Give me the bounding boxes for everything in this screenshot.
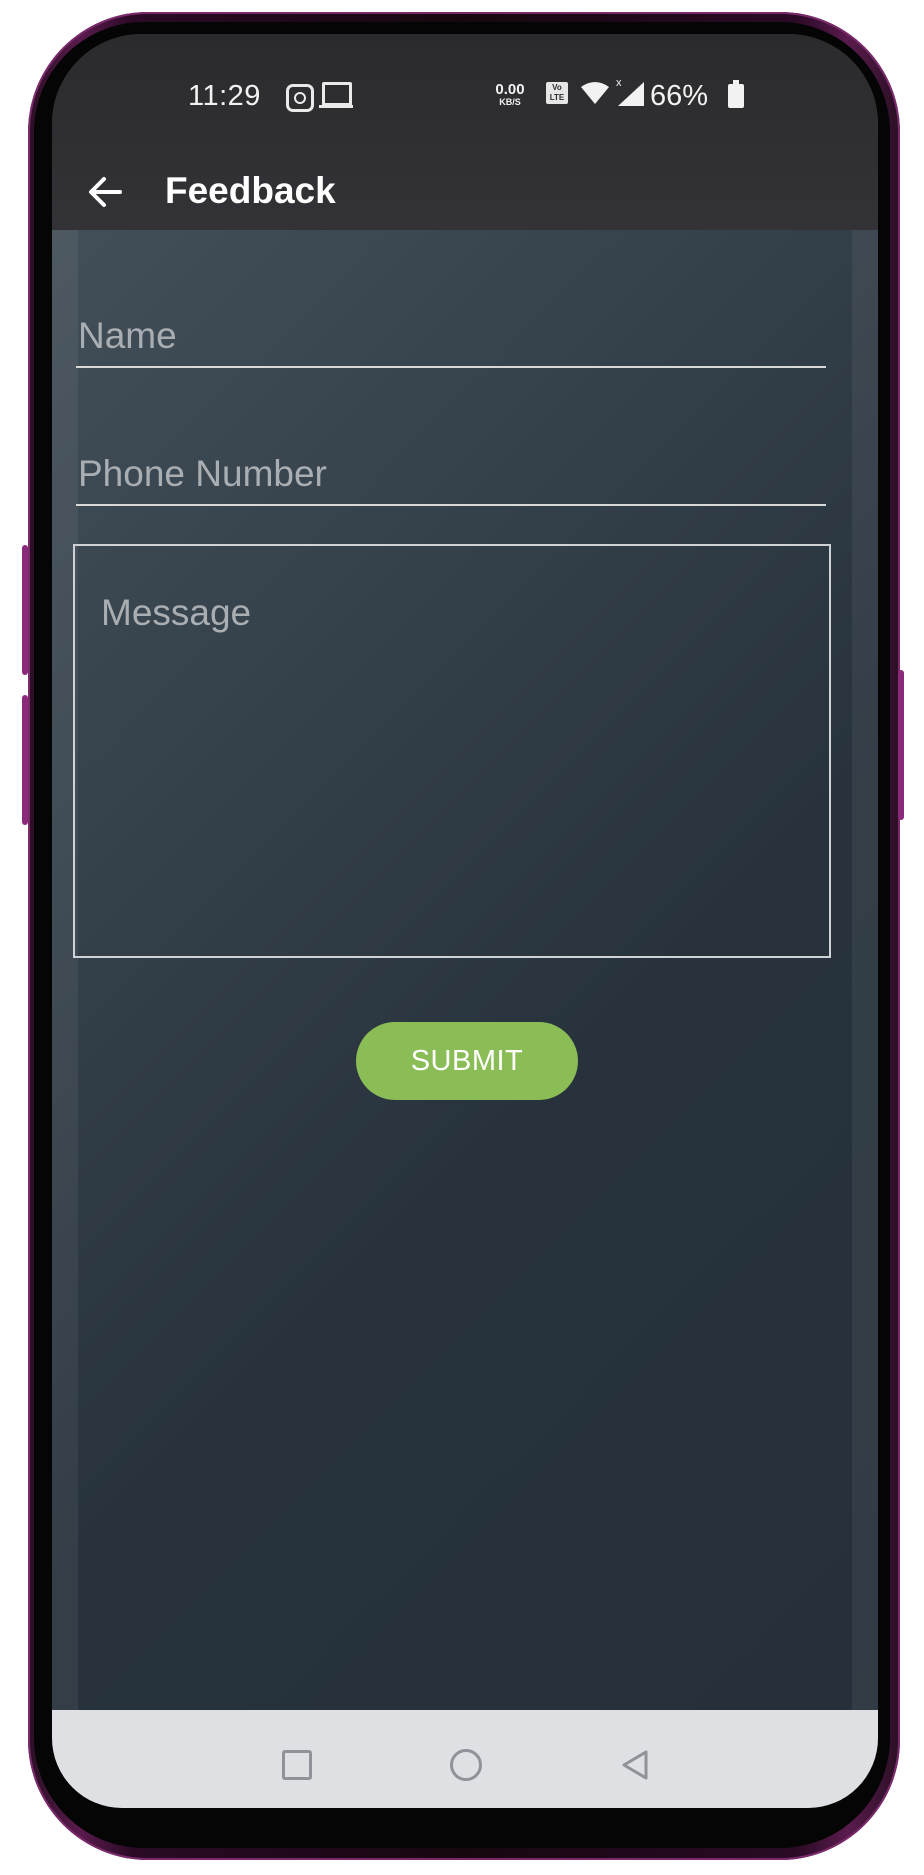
back-triangle-icon[interactable] [618, 1748, 652, 1787]
wifi-icon [580, 80, 610, 111]
phone-number-field[interactable] [76, 444, 826, 506]
back-button[interactable] [80, 164, 136, 220]
system-nav-bar [52, 1710, 878, 1808]
status-bar: 11:29 0.00 KB/S Vo LTE x 66% [52, 72, 878, 128]
svg-text:x: x [616, 77, 622, 89]
page-title: Feedback [165, 170, 336, 211]
network-speed-unit: KB/S [499, 97, 521, 107]
volume-up-button [22, 545, 28, 675]
network-speed: 0.00 KB/S [488, 82, 532, 107]
power-button [898, 670, 904, 820]
recent-apps-icon[interactable] [282, 1750, 312, 1780]
battery-percent: 66% [650, 80, 709, 112]
screen-edge-right [852, 34, 878, 1734]
battery-icon [728, 80, 744, 108]
toolbar: Feedback [52, 158, 878, 226]
screen: 11:29 0.00 KB/S Vo LTE x 66% Feedback Na… [52, 34, 878, 1808]
signal-icon: x [614, 76, 646, 113]
arrow-left-icon [89, 177, 122, 207]
volte-icon: Vo LTE [546, 82, 568, 104]
laptop-icon [319, 82, 353, 108]
submit-button[interactable]: SUBMIT [356, 1022, 578, 1100]
message-field[interactable] [73, 544, 831, 958]
name-field[interactable] [76, 306, 826, 368]
status-time: 11:29 [188, 80, 261, 112]
network-speed-value: 0.00 [495, 81, 525, 98]
home-icon[interactable] [450, 1749, 482, 1781]
volume-down-button [22, 695, 28, 825]
app-header: 11:29 0.00 KB/S Vo LTE x 66% Feedback [52, 34, 878, 230]
instagram-icon [286, 84, 314, 112]
